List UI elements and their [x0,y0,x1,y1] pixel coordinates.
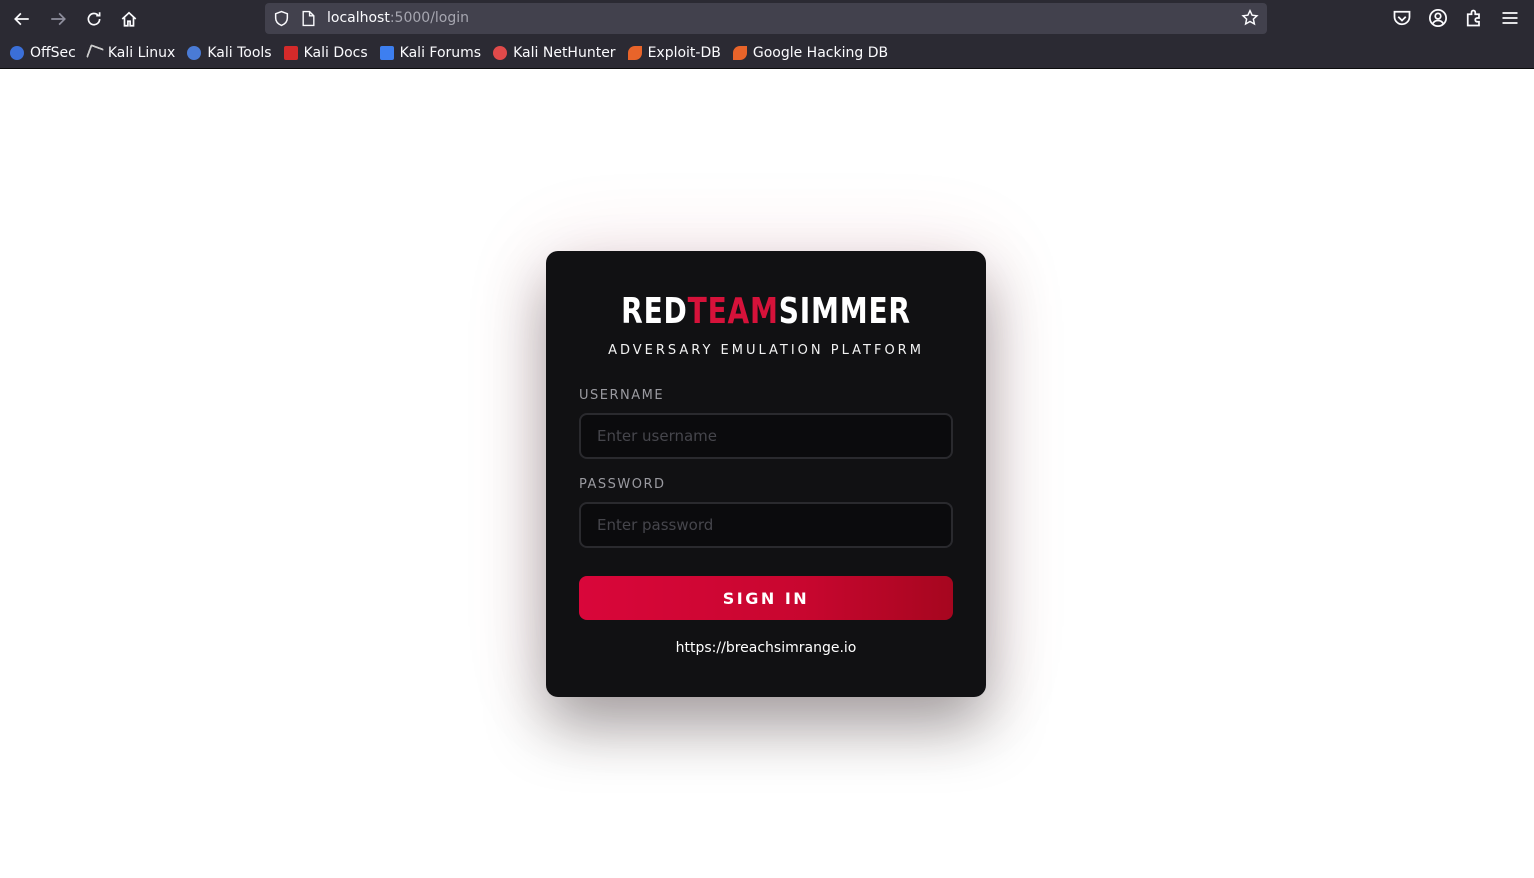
url-host: localhost [327,10,390,26]
subtitle: ADVERSARY EMULATION PLATFORM [608,343,924,358]
bookmark-label: Google Hacking DB [752,45,889,61]
logo-red: RED [621,291,688,332]
bookmark-offsec[interactable]: OffSec [10,45,76,61]
bookmark-label: OffSec [30,45,76,61]
bookmark-label: Kali Tools [207,45,272,61]
bookmark-label: Kali Docs [303,45,368,61]
bookmark-label: Kali NetHunter [513,45,616,61]
kali-tools-icon [187,46,202,60]
bookmark-google-hacking-db[interactable]: Google Hacking DB [732,45,889,61]
bookmark-label: Kali Forums [399,45,482,61]
site-link[interactable]: https://breachsimrange.io [546,640,986,656]
logo-team: TEAM [687,291,779,332]
username-label: USERNAME [579,388,665,403]
forward-icon[interactable] [45,6,71,32]
app-logo: REDTEAMSIMMER [594,291,937,332]
back-icon[interactable] [9,6,35,32]
shield-icon[interactable] [273,10,290,27]
bookmark-label: Kali Linux [107,45,176,61]
username-input[interactable] [579,413,953,459]
bookmarks-bar: OffSec Kali Linux Kali Tools Kali Docs K… [0,38,1534,69]
kali-docs-icon [283,46,298,60]
menu-icon[interactable] [1500,8,1520,28]
home-icon[interactable] [116,6,142,32]
reload-icon[interactable] [81,6,107,32]
page-icon[interactable] [301,10,316,27]
exploit-db-icon [627,46,642,60]
kali-dragon-icon [85,44,104,62]
logo-simmer: SIMMER [778,291,911,332]
bookmark-label: Exploit-DB [647,45,721,61]
sign-in-button[interactable]: SIGN IN [579,576,953,620]
url-text[interactable]: localhost:5000/login [327,10,469,26]
account-icon[interactable] [1428,8,1448,28]
ghdb-icon [732,46,747,60]
bookmark-kali-linux[interactable]: Kali Linux [85,44,176,62]
star-icon[interactable] [1241,9,1259,27]
kali-nethunter-icon [493,46,508,60]
password-label: PASSWORD [579,477,666,492]
offsec-icon [10,46,24,60]
bookmark-kali-tools[interactable]: Kali Tools [187,45,272,61]
extensions-icon[interactable] [1464,8,1484,28]
password-input[interactable] [579,502,953,548]
url-bar[interactable]: localhost:5000/login [265,3,1267,34]
bookmark-kali-nethunter[interactable]: Kali NetHunter [493,45,616,61]
login-card: REDTEAMSIMMER ADVERSARY EMULATION PLATFO… [546,251,986,697]
bookmark-kali-forums[interactable]: Kali Forums [379,45,482,61]
browser-toolbar: localhost:5000/login [0,0,1534,38]
page-content: REDTEAMSIMMER ADVERSARY EMULATION PLATFO… [0,70,1534,878]
url-path: :5000/login [389,10,470,26]
kali-forums-icon [379,46,394,60]
bookmark-exploit-db[interactable]: Exploit-DB [627,45,721,61]
bookmark-kali-docs[interactable]: Kali Docs [283,45,368,61]
pocket-icon[interactable] [1392,8,1412,28]
